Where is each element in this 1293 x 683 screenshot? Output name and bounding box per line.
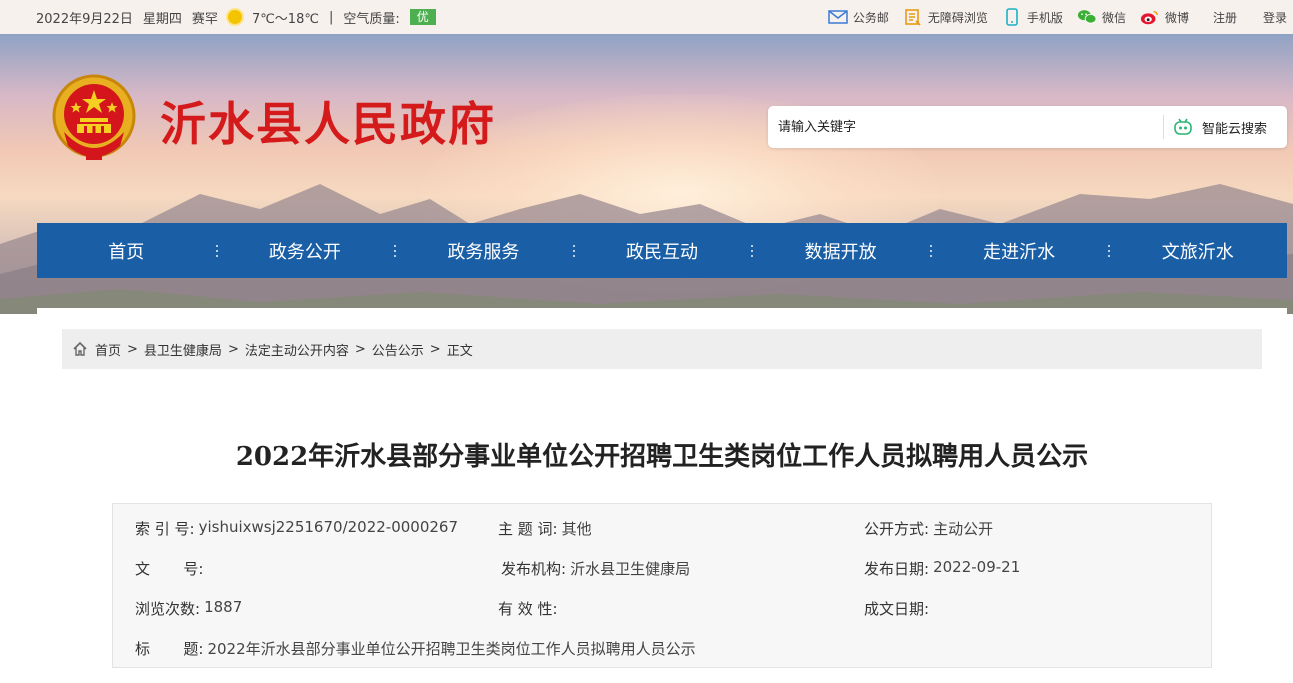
- nav-item-gov-affairs[interactable]: 政务公开: [215, 223, 395, 278]
- nav-item-about-yishui[interactable]: 走进沂水: [929, 223, 1109, 278]
- mobile-icon: [1002, 8, 1022, 26]
- accessibility-label: 无障碍浏览: [927, 10, 988, 25]
- article-meta-box: 索 引 号: yishuixwsj2251670/2022-0000267 主 …: [112, 503, 1212, 668]
- meta-views-label: 浏览次数:: [135, 600, 201, 618]
- site-title: 沂水县人民政府: [160, 97, 496, 151]
- smart-search-label: 智能云搜索: [1202, 121, 1268, 137]
- meta-keyword: 主 题 词: 其他: [498, 518, 592, 539]
- meta-open-mode-value: 主动公开: [933, 520, 994, 538]
- meta-made-date-label: 成文日期:: [864, 600, 930, 618]
- meta-views: 浏览次数: 1887: [135, 598, 242, 619]
- meta-title-label: 标 题:: [135, 640, 204, 658]
- meta-open-mode-label: 公开方式:: [864, 520, 930, 538]
- search-divider: [1163, 115, 1164, 139]
- top-bar: 2022年9月22日 星期四 赛罕 7℃～18℃ | 空气质量: 优 公务邮 无…: [0, 0, 1293, 34]
- meta-publisher-label: 发布机构:: [501, 560, 567, 578]
- meta-keyword-label: 主 题 词:: [498, 520, 558, 538]
- top-links: 公务邮 无障碍浏览 手机版 微信 微博 注册 登录: [828, 0, 1287, 34]
- mail-icon: [828, 8, 848, 26]
- meta-made-date: 成文日期:: [864, 598, 933, 619]
- weather-city: 赛罕: [191, 11, 218, 27]
- article-title: 2022年沂水县部分事业单位公开招聘卫生类岗位工作人员拟聘用人员公示: [235, 442, 1089, 472]
- meta-doc-no: 文 号:: [135, 558, 207, 579]
- breadcrumb-separator: >: [127, 341, 138, 357]
- meta-views-value: 1887: [204, 598, 243, 616]
- home-icon: [72, 341, 88, 357]
- accessibility-link[interactable]: 无障碍浏览: [903, 8, 988, 26]
- wechat-link[interactable]: 微信: [1077, 8, 1126, 26]
- gov-mail-label: 公务邮: [852, 10, 889, 25]
- meta-validity: 有 效 性:: [498, 598, 562, 619]
- meta-index-value: yishuixwsj2251670/2022-0000267: [198, 518, 459, 536]
- login-link[interactable]: 登录: [1263, 9, 1287, 26]
- date-weather-info: 2022年9月22日 星期四 赛罕 7℃～18℃ | 空气质量: 优: [36, 0, 436, 34]
- search-input[interactable]: [768, 106, 1162, 148]
- nav-item-open-data[interactable]: 数据开放: [751, 223, 930, 278]
- breadcrumb-separator: >: [354, 341, 366, 357]
- air-quality-label: 空气质量:: [343, 11, 400, 27]
- air-quality-badge: 优: [409, 9, 436, 25]
- robot-icon: [1172, 117, 1194, 137]
- meta-index-label: 索 引 号:: [135, 520, 195, 538]
- breadcrumb-separator: >: [227, 341, 239, 357]
- meta-publisher-value: 沂水县卫生健康局: [570, 560, 691, 578]
- mobile-version-link[interactable]: 手机版: [1002, 8, 1063, 26]
- wechat-label: 微信: [1101, 10, 1126, 25]
- sun-icon: [227, 10, 242, 24]
- breadcrumb: 首页 > 县卫生健康局 > 法定主动公开内容 > 公告公示 > 正文: [62, 329, 1262, 369]
- meta-title: 标 题: 2022年沂水县部分事业单位公开招聘卫生类岗位工作人员拟聘用人员公示: [135, 638, 696, 659]
- nav-item-interaction[interactable]: 政民互动: [572, 223, 752, 278]
- weibo-label: 微博: [1164, 10, 1189, 25]
- main-nav: 首页 政务公开 政务服务 政民互动 数据开放 走进沂水 文旅沂水: [37, 223, 1287, 278]
- wechat-icon: [1077, 8, 1097, 26]
- mobile-version-label: 手机版: [1026, 10, 1063, 25]
- meta-doc-no-label: 文 号:: [135, 560, 204, 578]
- nav-item-gov-services[interactable]: 政务服务: [394, 223, 573, 278]
- national-emblem-icon: [50, 72, 138, 164]
- meta-open-mode: 公开方式: 主动公开: [864, 518, 993, 539]
- meta-validity-label: 有 效 性:: [498, 600, 558, 618]
- breadcrumb-separator: >: [429, 341, 441, 357]
- current-date: 2022年9月22日: [36, 11, 133, 27]
- weibo-icon: [1140, 8, 1160, 26]
- nav-item-home[interactable]: 首页: [37, 223, 216, 278]
- nav-item-tourism[interactable]: 文旅沂水: [1108, 223, 1287, 278]
- temperature: 7℃～18℃: [251, 11, 319, 27]
- breadcrumb-public-content[interactable]: 法定主动公开内容: [245, 340, 349, 359]
- smart-search-button[interactable]: 智能云搜索: [1168, 106, 1287, 148]
- divider: |: [328, 9, 334, 25]
- search-box: 智能云搜索: [768, 106, 1287, 148]
- meta-index: 索 引 号: yishuixwsj2251670/2022-0000267: [135, 518, 458, 539]
- breadcrumb-health-bureau[interactable]: 县卫生健康局: [144, 340, 222, 359]
- meta-title-value: 2022年沂水县部分事业单位公开招聘卫生类岗位工作人员拟聘用人员公示: [207, 640, 696, 658]
- main-content: 首页 > 县卫生健康局 > 法定主动公开内容 > 公告公示 > 正文 2022年…: [37, 308, 1287, 683]
- breadcrumb-notices[interactable]: 公告公示: [372, 340, 424, 359]
- meta-pub-date: 发布日期: 2022-09-21: [864, 558, 1020, 579]
- meta-pub-date-label: 发布日期:: [864, 560, 930, 578]
- gov-mail-link[interactable]: 公务邮: [828, 8, 889, 26]
- accessibility-icon: [903, 8, 923, 26]
- current-weekday: 星期四: [142, 11, 182, 27]
- meta-publisher: 发布机构: 沂水县卫生健康局: [501, 558, 690, 579]
- meta-keyword-value: 其他: [561, 520, 592, 538]
- breadcrumb-home[interactable]: 首页: [95, 340, 121, 359]
- meta-pub-date-value: 2022-09-21: [933, 558, 1021, 576]
- register-link[interactable]: 注册: [1213, 9, 1237, 26]
- breadcrumb-current: 正文: [446, 343, 473, 359]
- weibo-link[interactable]: 微博: [1140, 8, 1189, 26]
